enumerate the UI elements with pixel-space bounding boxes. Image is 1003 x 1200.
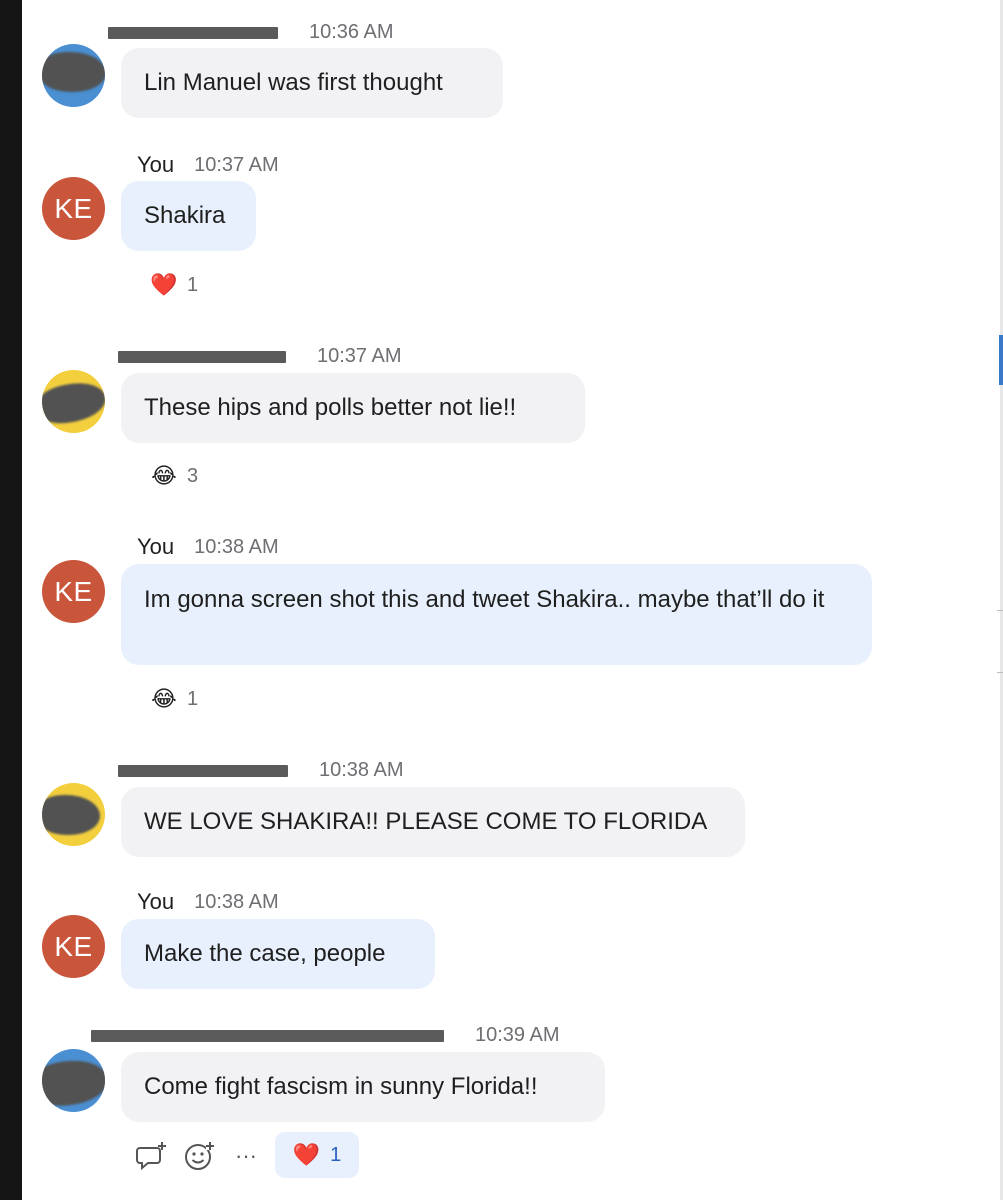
avatar[interactable] [42, 44, 105, 107]
message-text: WE LOVE SHAKIRA!! PLEASE COME TO FLORIDA [144, 808, 708, 835]
message-header: You 10:37 AM [137, 152, 279, 177]
redacted-sender-name [108, 27, 278, 39]
message-time: 10:37 AM [194, 153, 279, 176]
avatar[interactable]: KE [42, 915, 105, 978]
message-header: You 10:38 AM [137, 889, 279, 914]
message-time: 10:38 AM [194, 890, 279, 913]
divider [997, 610, 1003, 611]
message-bubble[interactable]: Come fight fascism in sunny Florida!! [121, 1052, 605, 1122]
message-action-toolbar: ··· ❤️ 1 [0, 1130, 1000, 1180]
message-time: 10:36 AM [309, 20, 394, 43]
message-time: 10:38 AM [319, 758, 404, 781]
reaction-chip[interactable]: ❤️ 1 [275, 1132, 359, 1178]
message-bubble[interactable]: Make the case, people [121, 919, 435, 989]
message-bubble[interactable]: WE LOVE SHAKIRA!! PLEASE COME TO FLORIDA [121, 787, 745, 857]
message-header: You 10:38 AM [137, 534, 279, 559]
message-header: 10:36 AM [108, 20, 394, 44]
add-reaction-icon[interactable] [183, 1140, 215, 1172]
reaction-count: 3 [187, 464, 199, 487]
message-text: These hips and polls better not lie!! [144, 394, 517, 421]
message-text: Make the case, people [144, 940, 386, 967]
reaction-count: 1 [330, 1143, 342, 1166]
reply-in-thread-icon[interactable] [136, 1140, 168, 1172]
window-left-edge [0, 0, 22, 1200]
divider [997, 672, 1003, 673]
message-text: Lin Manuel was first thought [144, 69, 443, 96]
message-bubble[interactable]: These hips and polls better not lie!! [121, 373, 585, 443]
message-time: 10:37 AM [317, 344, 402, 367]
message-text: Im gonna screen shot this and tweet Shak… [144, 586, 825, 613]
reaction-count: 1 [187, 687, 199, 710]
message-bubble[interactable]: Shakira [121, 181, 256, 251]
scroll-indicator [999, 335, 1003, 385]
tears-of-joy-icon: 😂 [151, 463, 177, 488]
avatar[interactable] [42, 370, 105, 433]
redacted-sender-name [118, 351, 286, 363]
more-options-icon[interactable]: ··· [230, 1140, 262, 1172]
sender-name: You [137, 534, 175, 559]
reaction-chip[interactable]: 😂 1 [150, 684, 198, 714]
sender-name: You [137, 889, 175, 914]
message-text: Shakira [144, 202, 226, 229]
avatar[interactable] [42, 783, 105, 846]
message-header: 10:37 AM [118, 344, 402, 368]
redacted-sender-name [118, 765, 288, 777]
message-bubble[interactable]: Im gonna screen shot this and tweet Shak… [121, 564, 872, 665]
message-time: 10:39 AM [475, 1023, 560, 1046]
message-text: Come fight fascism in sunny Florida!! [144, 1073, 538, 1100]
message-time: 10:38 AM [194, 535, 279, 558]
reaction-count: 1 [187, 273, 199, 296]
sender-name: You [137, 152, 175, 177]
reaction-chip[interactable]: 😂 3 [150, 461, 198, 491]
tears-of-joy-icon: 😂 [151, 686, 177, 711]
reaction-chip[interactable]: ❤️ 1 [150, 270, 198, 300]
heart-icon: ❤️ [150, 272, 178, 297]
redacted-sender-name [91, 1030, 444, 1042]
avatar[interactable]: KE [42, 177, 105, 240]
avatar[interactable]: KE [42, 560, 105, 623]
avatar[interactable] [42, 1049, 105, 1112]
message-header: 10:38 AM [118, 758, 404, 782]
message-bubble[interactable]: Lin Manuel was first thought [121, 48, 503, 118]
heart-icon: ❤️ [292, 1142, 321, 1167]
message-header: 10:39 AM [91, 1023, 560, 1047]
